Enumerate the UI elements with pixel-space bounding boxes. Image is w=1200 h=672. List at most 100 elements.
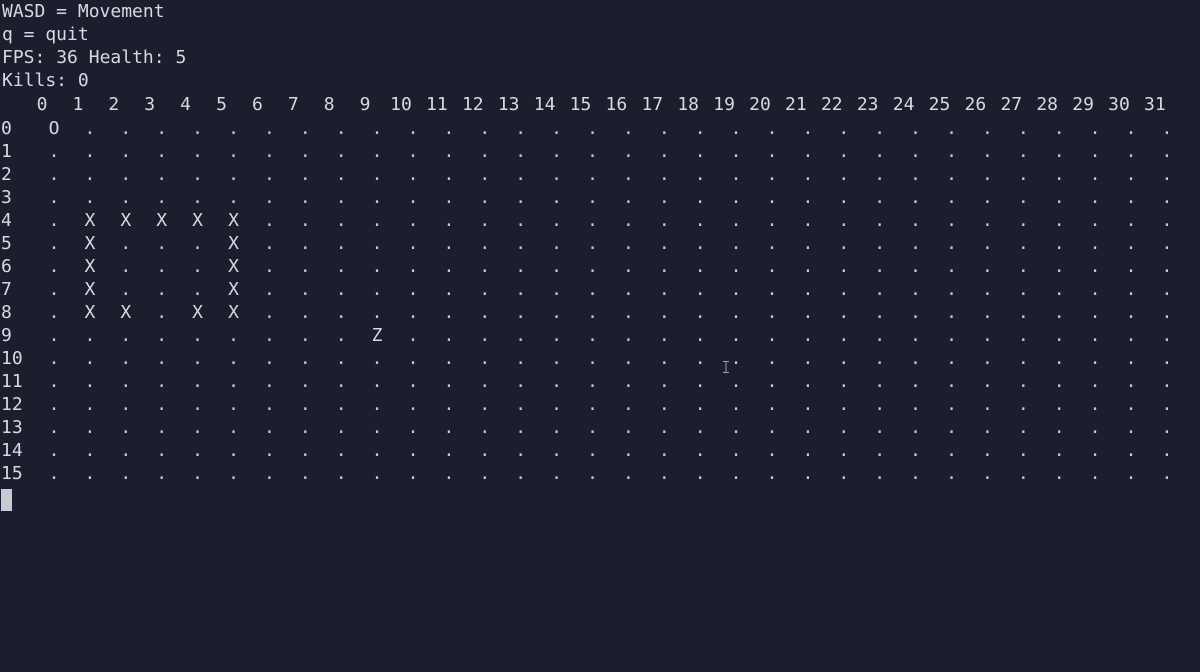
empty-cell: . — [874, 371, 886, 392]
empty-cell: . — [1161, 440, 1173, 461]
empty-cell: . — [335, 417, 347, 438]
empty-cell: . — [910, 210, 922, 231]
empty-cell: . — [443, 233, 455, 254]
column-header: 0 — [36, 94, 48, 115]
empty-cell: . — [192, 118, 204, 139]
empty-cell: . — [946, 371, 957, 392]
column-header: 29 — [1072, 94, 1094, 115]
empty-cell: . — [156, 187, 168, 208]
row-label: 4 — [1, 210, 12, 231]
empty-cell: . — [1017, 210, 1029, 231]
empty-cell: . — [1053, 279, 1065, 300]
empty-cell: . — [515, 164, 527, 185]
column-header: 31 — [1144, 94, 1166, 115]
empty-cell: . — [407, 440, 419, 461]
empty-cell: . — [658, 164, 670, 185]
empty-cell: . — [192, 256, 204, 277]
row-label: 5 — [1, 233, 12, 254]
empty-cell: . — [515, 440, 527, 461]
empty-cell: . — [48, 417, 60, 438]
empty-cell: . — [479, 394, 491, 415]
empty-cell: . — [371, 417, 383, 438]
empty-cell: . — [120, 118, 132, 139]
empty-cell: . — [622, 348, 634, 369]
empty-cell: . — [946, 325, 957, 346]
empty-cell: . — [694, 394, 706, 415]
empty-cell: . — [622, 371, 634, 392]
empty-cell: . — [299, 394, 311, 415]
empty-cell: . — [1161, 302, 1173, 323]
empty-cell: . — [1125, 417, 1137, 438]
empty-cell: . — [48, 463, 60, 484]
empty-cell: . — [371, 164, 383, 185]
empty-cell: . — [1089, 233, 1101, 254]
empty-cell: . — [981, 256, 993, 277]
column-header: 17 — [641, 94, 664, 115]
empty-cell: . — [730, 302, 742, 323]
empty-cell: . — [371, 141, 383, 162]
empty-cell: . — [730, 256, 742, 277]
empty-cell: . — [192, 187, 204, 208]
empty-cell: . — [838, 302, 850, 323]
empty-cell: . — [946, 463, 957, 484]
empty-cell: . — [120, 348, 132, 369]
empty-cell: . — [479, 325, 491, 346]
empty-cell: . — [1053, 394, 1065, 415]
empty-cell: . — [910, 141, 922, 162]
hud-controls-quit: q = quit — [2, 24, 89, 45]
empty-cell: . — [1161, 394, 1173, 415]
empty-cell: . — [1017, 394, 1029, 415]
empty-cell: . — [622, 440, 634, 461]
empty-cell: . — [946, 256, 957, 277]
empty-cell: . — [694, 187, 706, 208]
empty-cell: . — [694, 118, 706, 139]
empty-cell: . — [910, 164, 922, 185]
terminal-window[interactable]: WASD = Movement q = quit FPS: 36 Health:… — [0, 0, 1200, 672]
empty-cell: . — [120, 256, 132, 277]
empty-cell: . — [694, 371, 706, 392]
empty-cell: . — [1053, 348, 1065, 369]
empty-cell: . — [263, 210, 275, 231]
empty-cell: . — [1125, 440, 1137, 461]
zombie-cell: Z — [371, 325, 383, 346]
empty-cell: . — [156, 118, 168, 139]
column-header: 27 — [1000, 94, 1023, 115]
empty-cell: . — [551, 141, 563, 162]
empty-cell: . — [156, 417, 168, 438]
health-label: Health: — [88, 47, 165, 68]
empty-cell: . — [120, 463, 132, 484]
empty-cell: . — [981, 279, 993, 300]
empty-cell: . — [48, 210, 60, 231]
empty-cell: . — [838, 141, 850, 162]
empty-cell: . — [874, 463, 886, 484]
empty-cell: . — [515, 141, 527, 162]
empty-cell: . — [1161, 187, 1173, 208]
empty-cell: . — [694, 210, 706, 231]
empty-cell: . — [407, 141, 419, 162]
wall-cell: X — [228, 210, 239, 231]
empty-cell: . — [622, 417, 634, 438]
empty-cell: . — [335, 440, 347, 461]
empty-cell: . — [551, 256, 563, 277]
empty-cell: . — [802, 118, 814, 139]
empty-cell: . — [946, 210, 957, 231]
empty-cell: . — [910, 463, 922, 484]
empty-cell: . — [1125, 256, 1137, 277]
empty-cell: . — [443, 417, 455, 438]
empty-cell: . — [622, 187, 634, 208]
empty-cell: . — [48, 164, 60, 185]
empty-cell: . — [48, 256, 60, 277]
empty-cell: . — [730, 463, 742, 484]
empty-cell: . — [407, 394, 419, 415]
empty-cell: . — [874, 187, 886, 208]
empty-cell: . — [551, 187, 563, 208]
column-header: 26 — [964, 94, 987, 115]
empty-cell: . — [587, 118, 598, 139]
wall-cell: X — [120, 210, 132, 231]
empty-cell: . — [48, 348, 60, 369]
empty-cell: . — [658, 463, 670, 484]
empty-cell: . — [874, 325, 886, 346]
empty-cell: . — [299, 256, 311, 277]
empty-cell: . — [299, 279, 311, 300]
empty-cell: . — [263, 440, 275, 461]
